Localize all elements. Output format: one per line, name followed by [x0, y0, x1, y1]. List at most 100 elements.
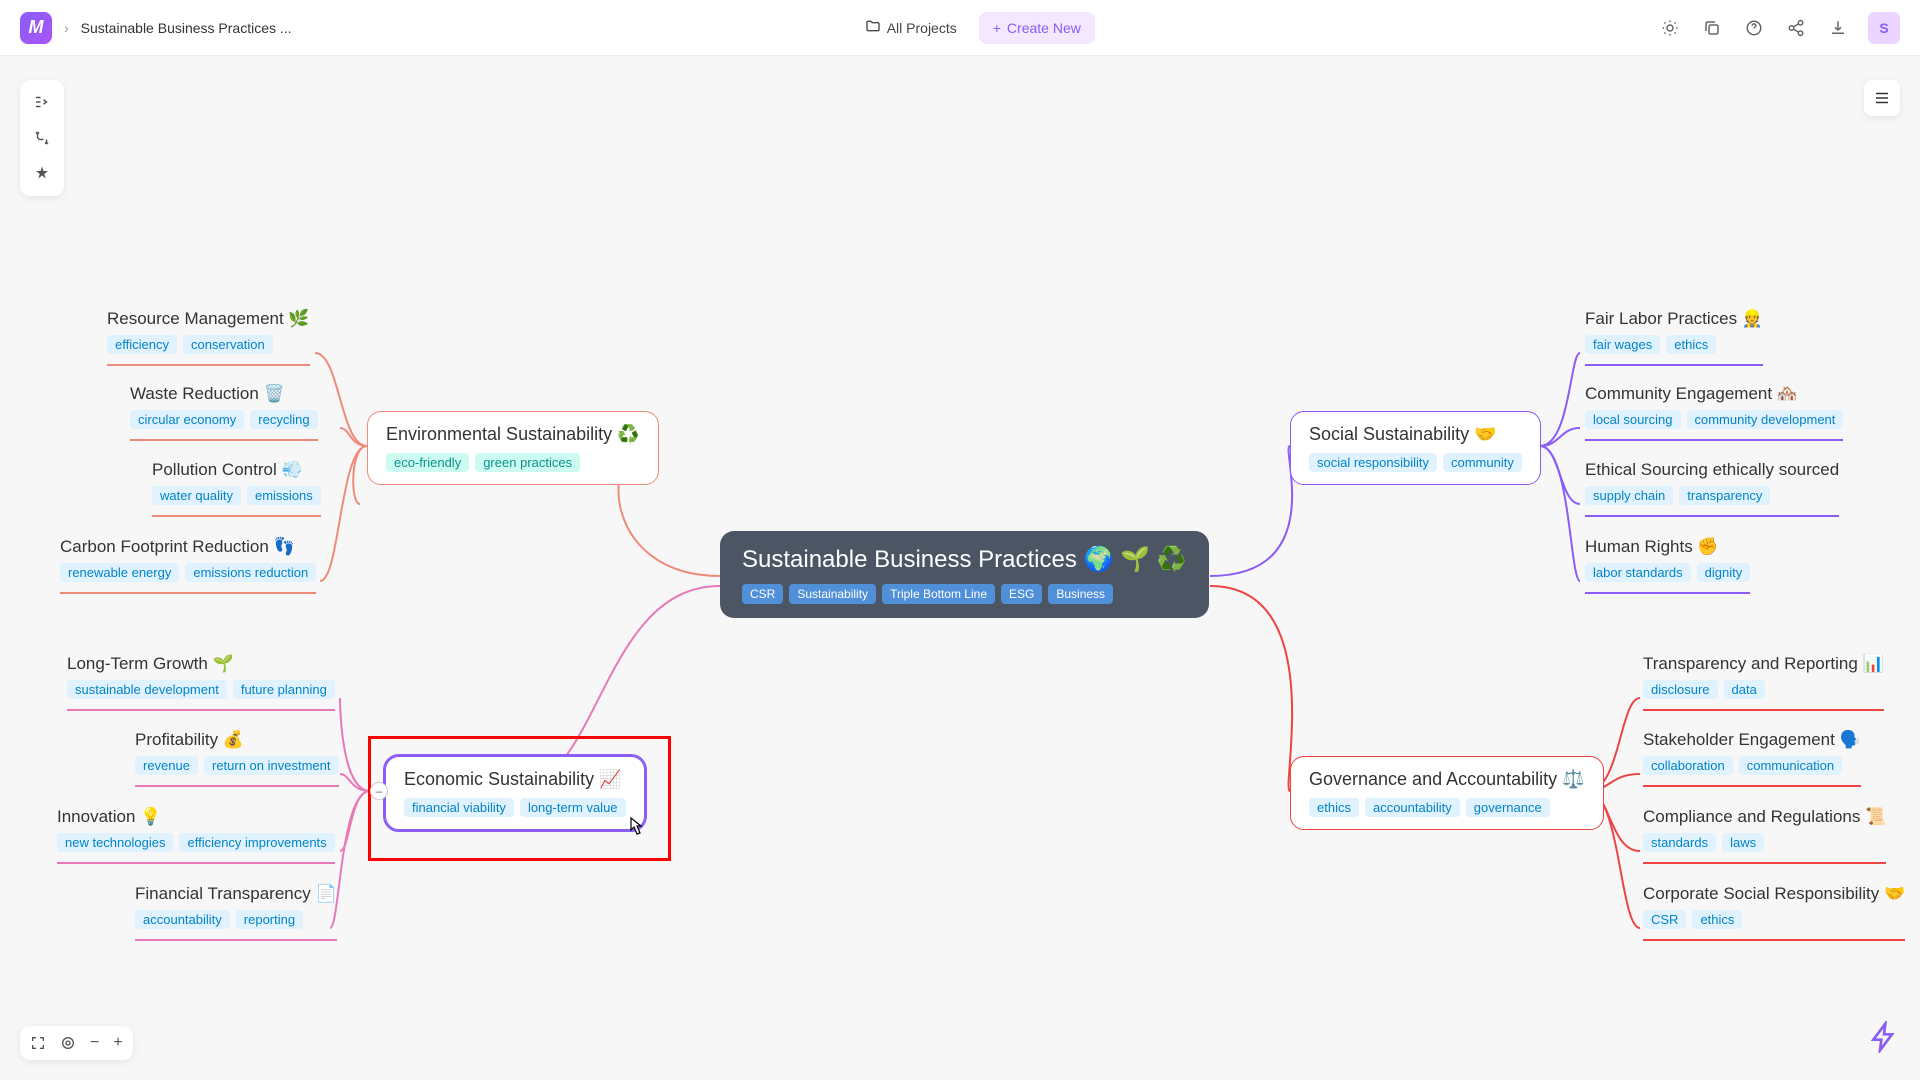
- branch-title: Governance and Accountability ⚖️: [1309, 769, 1585, 790]
- tag[interactable]: recycling: [250, 410, 317, 429]
- tag[interactable]: community: [1443, 453, 1522, 472]
- tag[interactable]: emissions reduction: [185, 563, 316, 582]
- leaf-pollution-control[interactable]: Pollution Control 💨 water quality emissio…: [152, 460, 321, 517]
- create-new-button[interactable]: + Create New: [979, 12, 1095, 44]
- tag[interactable]: efficiency: [107, 335, 177, 354]
- tag[interactable]: governance: [1466, 798, 1550, 817]
- branch-economic[interactable]: Economic Sustainability 📈 financial viab…: [385, 756, 645, 830]
- tag[interactable]: disclosure: [1643, 680, 1718, 699]
- fullscreen-icon[interactable]: [30, 1035, 46, 1051]
- leaf-transparency-reporting[interactable]: Transparency and Reporting 📊 disclosured…: [1643, 654, 1884, 711]
- leaf-title: Financial Transparency 📄: [135, 884, 337, 904]
- tag[interactable]: ethics: [1666, 335, 1716, 354]
- collapse-toggle[interactable]: –: [370, 782, 388, 800]
- tag[interactable]: renewable energy: [60, 563, 179, 582]
- leaf-waste-reduction[interactable]: Waste Reduction 🗑️ circular economyrecyc…: [130, 384, 318, 441]
- root-tag[interactable]: ESG: [1001, 584, 1042, 604]
- center-icon[interactable]: [60, 1035, 76, 1051]
- tag[interactable]: labor standards: [1585, 563, 1691, 582]
- tag[interactable]: standards: [1643, 833, 1716, 852]
- leaf-title: Corporate Social Responsibility 🤝: [1643, 884, 1905, 904]
- tag[interactable]: dignity: [1697, 563, 1751, 582]
- tag[interactable]: accountability: [1365, 798, 1460, 817]
- leaf-title: Human Rights ✊: [1585, 537, 1750, 557]
- leaf-profitability[interactable]: Profitability 💰 revenuereturn on investm…: [135, 730, 339, 787]
- tag[interactable]: reporting: [236, 910, 303, 929]
- tag[interactable]: long-term value: [520, 798, 626, 817]
- leaf-innovation[interactable]: Innovation 💡 new technologies efficiency …: [57, 807, 335, 864]
- theme-icon[interactable]: [1658, 16, 1682, 40]
- leaf-fair-labor[interactable]: Fair Labor Practices 👷 fair wagesethics: [1585, 309, 1763, 366]
- tag[interactable]: emissions: [247, 486, 321, 505]
- root-node[interactable]: Sustainable Business Practices 🌍 🌱 ♻️ CS…: [720, 531, 1209, 618]
- leaf-ethical-sourcing[interactable]: Ethical Sourcing ethically sourced suppl…: [1585, 460, 1839, 517]
- leaf-csr[interactable]: Corporate Social Responsibility 🤝 CSR eth…: [1643, 884, 1905, 941]
- tag[interactable]: laws: [1722, 833, 1764, 852]
- tag[interactable]: social responsibility: [1309, 453, 1437, 472]
- root-tag[interactable]: Triple Bottom Line: [882, 584, 995, 604]
- tag[interactable]: data: [1724, 680, 1765, 699]
- tag[interactable]: conservation: [183, 335, 273, 354]
- root-tag[interactable]: CSR: [742, 584, 783, 604]
- leaf-human-rights[interactable]: Human Rights ✊ labor standards dignity: [1585, 537, 1750, 594]
- leaf-carbon-footprint[interactable]: Carbon Footprint Reduction 👣 renewable e…: [60, 537, 316, 594]
- tag[interactable]: accountability: [135, 910, 230, 929]
- tag[interactable]: ethics: [1309, 798, 1359, 817]
- branch-environmental[interactable]: Environmental Sustainability ♻️ eco-frie…: [367, 411, 659, 485]
- app-logo[interactable]: M: [20, 12, 52, 44]
- leaf-title: Pollution Control 💨: [152, 460, 321, 480]
- tag[interactable]: revenue: [135, 756, 198, 775]
- tag[interactable]: supply chain: [1585, 486, 1673, 505]
- bolt-icon[interactable]: [1868, 1021, 1900, 1060]
- root-title: Sustainable Business Practices 🌍 🌱 ♻️: [742, 545, 1187, 574]
- leaf-long-term-growth[interactable]: Long-Term Growth 🌱 sustainable developme…: [67, 654, 335, 711]
- branch-tags: eco-friendly green practices: [386, 453, 640, 472]
- tag[interactable]: ethics: [1692, 910, 1742, 929]
- tag[interactable]: communication: [1739, 756, 1842, 775]
- leaf-compliance-regulations[interactable]: Compliance and Regulations 📜 standardsla…: [1643, 807, 1886, 864]
- tag[interactable]: sustainable development: [67, 680, 227, 699]
- share-icon[interactable]: [1784, 16, 1808, 40]
- tag[interactable]: efficiency improvements: [179, 833, 334, 852]
- breadcrumb-title[interactable]: Sustainable Business Practices ...: [81, 20, 292, 36]
- branch-social[interactable]: Social Sustainability 🤝 social responsib…: [1290, 411, 1541, 485]
- leaf-community-engagement[interactable]: Community Engagement 🏘️ local sourcingco…: [1585, 384, 1843, 441]
- zoom-in-icon[interactable]: +: [113, 1034, 122, 1052]
- avatar-initial: S: [1879, 20, 1888, 36]
- tag[interactable]: new technologies: [57, 833, 173, 852]
- star-tool-icon[interactable]: [28, 160, 56, 188]
- copy-icon[interactable]: [1700, 16, 1724, 40]
- tag[interactable]: financial viability: [404, 798, 514, 817]
- zoom-out-icon[interactable]: −: [90, 1034, 99, 1052]
- tag[interactable]: fair wages: [1585, 335, 1660, 354]
- tag[interactable]: water quality: [152, 486, 241, 505]
- layout-tool-icon[interactable]: [28, 88, 56, 116]
- menu-toggle[interactable]: [1864, 80, 1900, 116]
- root-tag[interactable]: Sustainability: [789, 584, 876, 604]
- tag[interactable]: CSR: [1643, 910, 1686, 929]
- branch-tags: ethics accountability governance: [1309, 798, 1585, 817]
- left-toolbar: [20, 80, 64, 196]
- root-tag[interactable]: Business: [1048, 584, 1113, 604]
- help-icon[interactable]: [1742, 16, 1766, 40]
- branch-tool-icon[interactable]: [28, 124, 56, 152]
- mindmap-canvas[interactable]: Sustainable Business Practices 🌍 🌱 ♻️ CS…: [0, 56, 1920, 1080]
- all-projects-link[interactable]: All Projects: [855, 12, 967, 43]
- zoom-controls: − +: [20, 1026, 133, 1060]
- leaf-stakeholder-engagement[interactable]: Stakeholder Engagement 🗣️ collaborationc…: [1643, 730, 1861, 787]
- tag[interactable]: green practices: [475, 453, 580, 472]
- download-icon[interactable]: [1826, 16, 1850, 40]
- tag[interactable]: eco-friendly: [386, 453, 469, 472]
- leaf-title: Innovation 💡: [57, 807, 335, 827]
- leaf-financial-transparency[interactable]: Financial Transparency 📄 accountability r…: [135, 884, 337, 941]
- tag[interactable]: return on investment: [204, 756, 339, 775]
- tag[interactable]: collaboration: [1643, 756, 1733, 775]
- tag[interactable]: transparency: [1679, 486, 1770, 505]
- tag[interactable]: future planning: [233, 680, 335, 699]
- tag[interactable]: community development: [1687, 410, 1844, 429]
- branch-governance[interactable]: Governance and Accountability ⚖️ ethics …: [1290, 756, 1604, 830]
- user-avatar[interactable]: S: [1868, 12, 1900, 44]
- tag[interactable]: local sourcing: [1585, 410, 1681, 429]
- leaf-resource-management[interactable]: Resource Management 🌿 efficiencyconserva…: [107, 309, 310, 366]
- tag[interactable]: circular economy: [130, 410, 244, 429]
